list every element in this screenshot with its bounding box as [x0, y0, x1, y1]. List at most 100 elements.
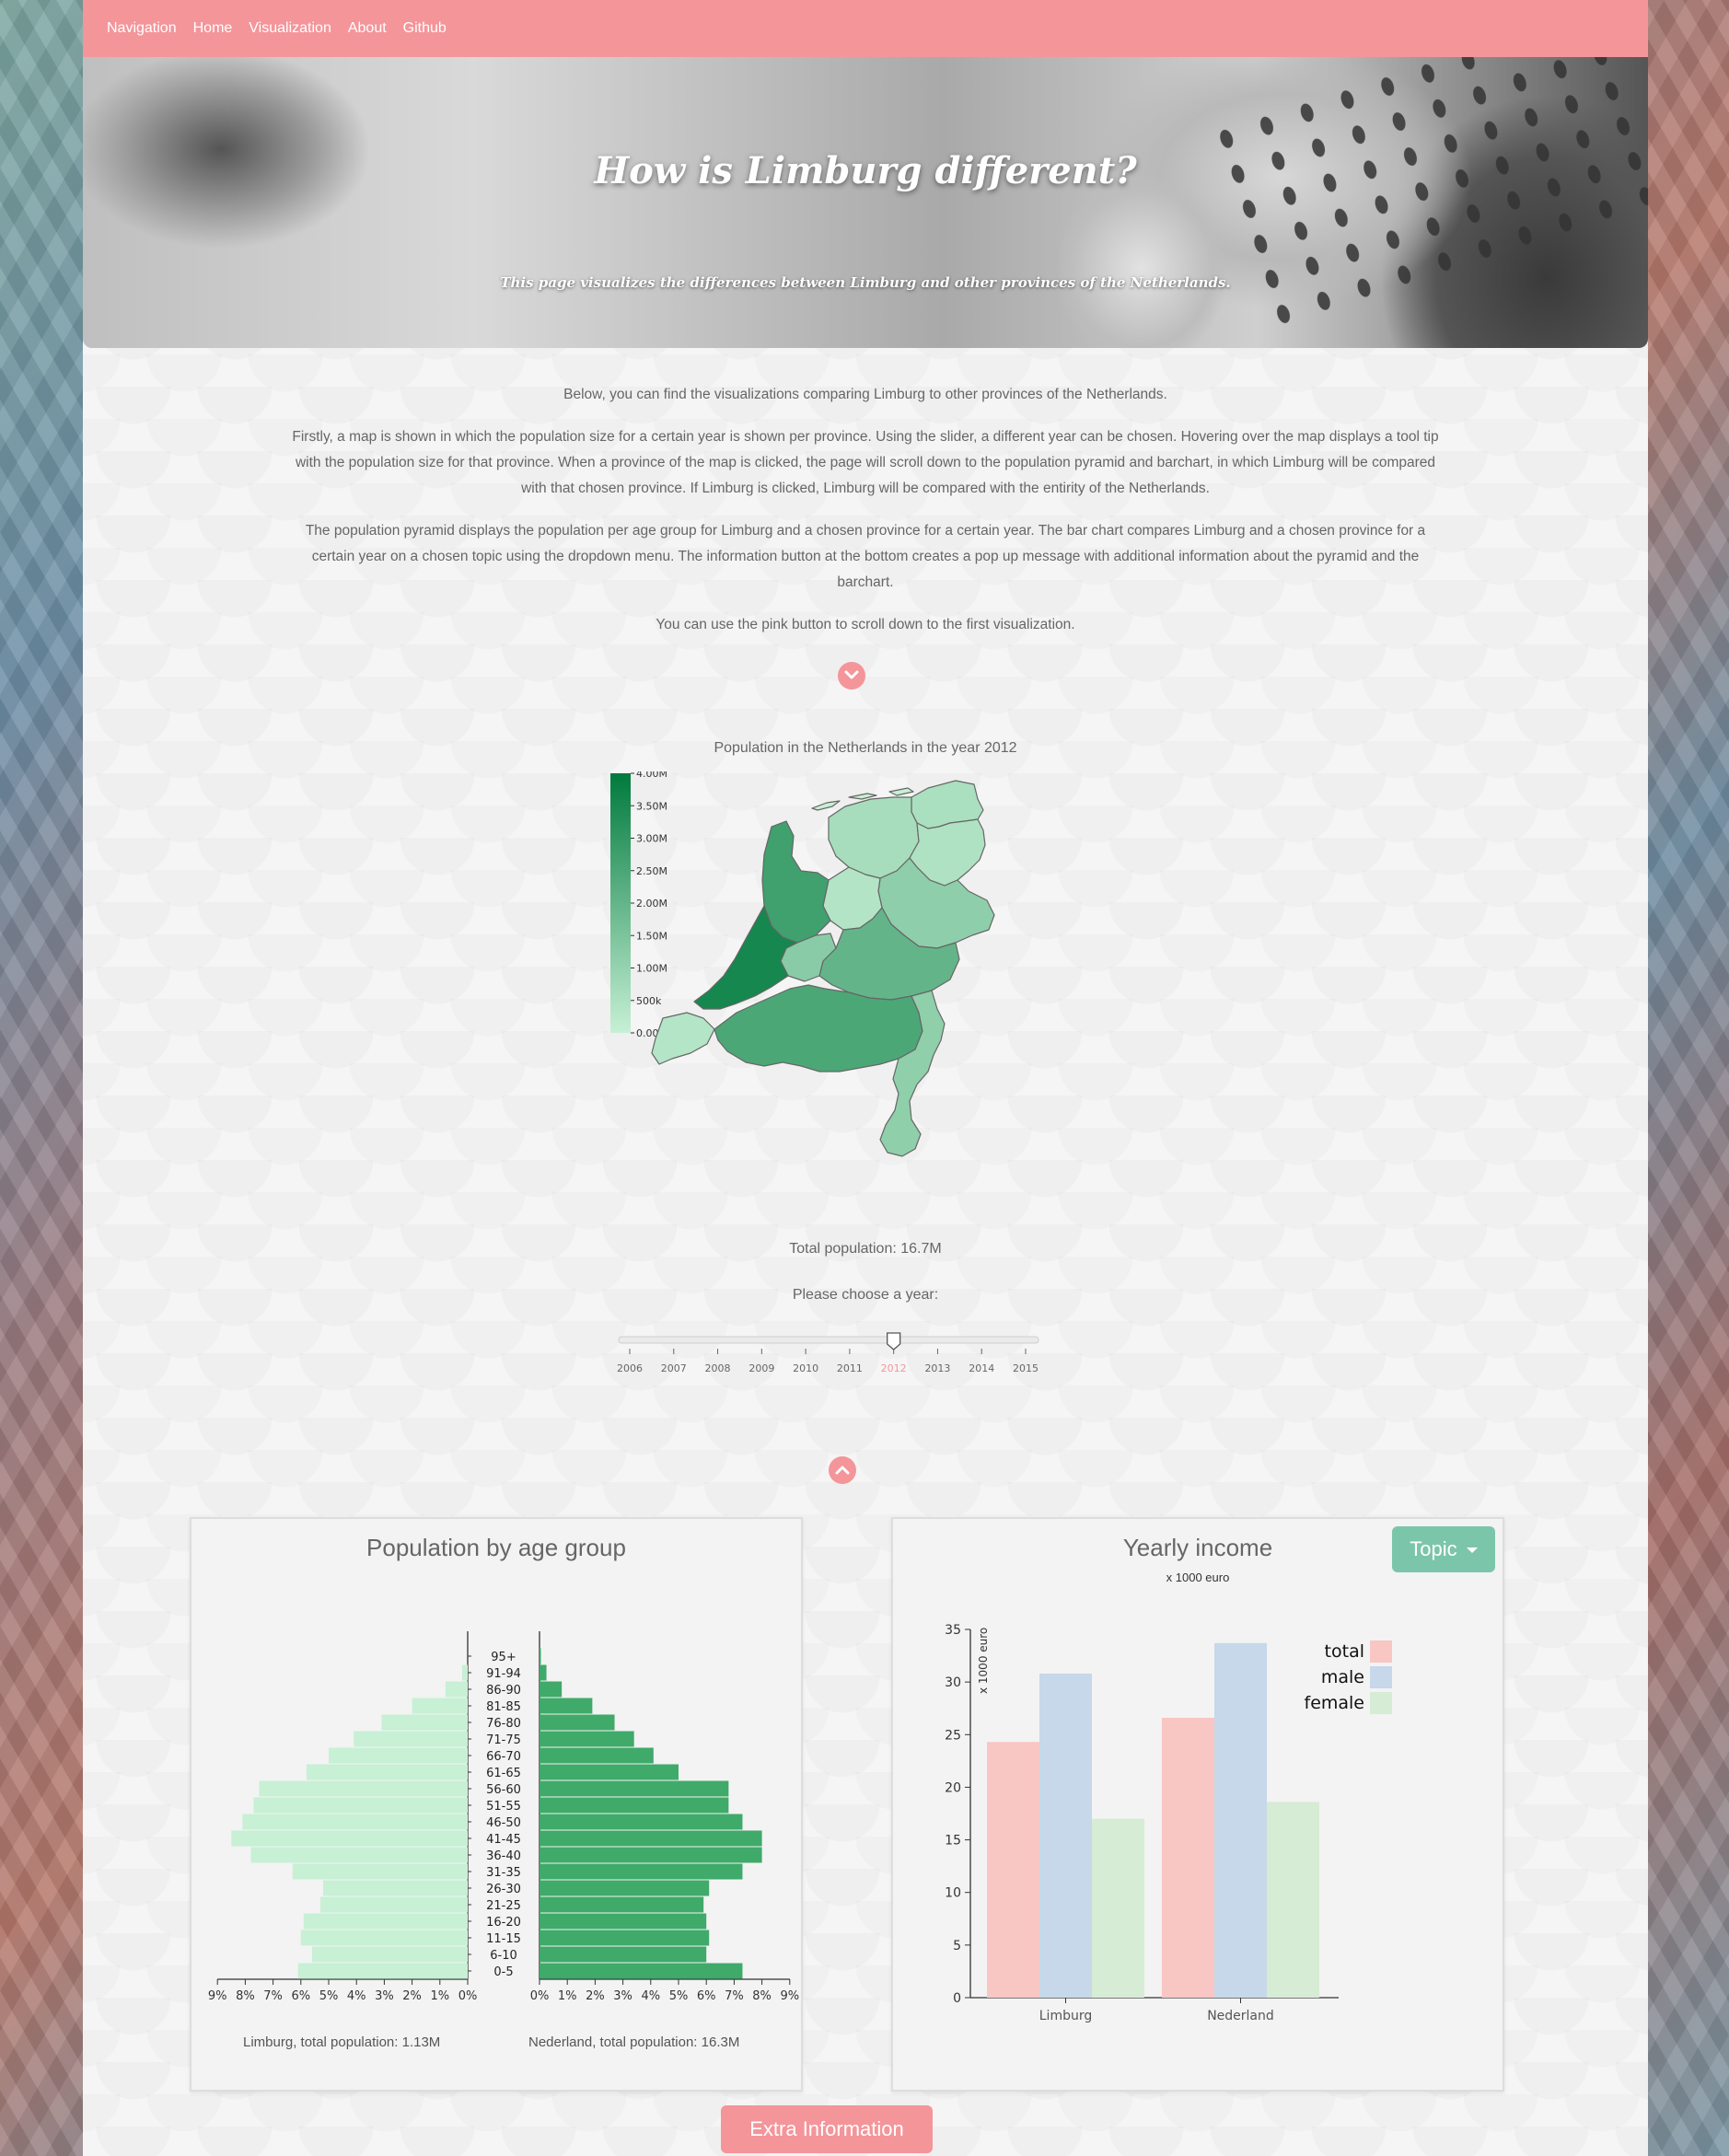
bar-y-tick: 0	[953, 1991, 961, 2006]
pyramid-bar-nederland	[540, 1780, 729, 1797]
legend-swatch-female	[1370, 1692, 1392, 1714]
pyramid-right-tick: 0%	[530, 1989, 550, 2003]
hero-banner: How is Limburg different? This page visu…	[83, 57, 1648, 348]
pyramid-bar-nederland	[540, 1681, 563, 1698]
pyramid-bar-limburg	[250, 1847, 468, 1863]
slider-year-label[interactable]: 2015	[1013, 1362, 1039, 1374]
slider-handle[interactable]	[887, 1332, 901, 1350]
population-pyramid-chart: 0-5 6-10 11-15 16-20 21-25 26-30 31-35 36-40 41-…	[208, 1631, 799, 2003]
bar-y-tick: 35	[945, 1623, 961, 1638]
nav-item-about[interactable]: About	[348, 20, 387, 37]
population-pyramid-panel: Population by age group 0-5 6-10 11-15 16-2…	[190, 1517, 803, 2092]
nav-item-navigation[interactable]: Navigation	[107, 20, 177, 37]
pyramid-bar-limburg	[412, 1698, 468, 1714]
bar-y-tick: 15	[945, 1834, 961, 1849]
pyramid-age-label: 51-55	[486, 1800, 521, 1814]
pyramid-right-tick: 5%	[669, 1989, 689, 2003]
pyramid-age-label: 66-70	[486, 1750, 521, 1764]
intro-text: Below, you can find the visualizations c…	[285, 382, 1445, 655]
slider-year-label[interactable]: 2007	[661, 1362, 687, 1374]
income-bar-male	[1214, 1642, 1267, 1998]
intro-paragraph-3: The population pyramid displays the popu…	[305, 523, 1426, 590]
pyramid-bar-nederland	[540, 1814, 743, 1830]
bar-y-tick: 10	[945, 1886, 961, 1901]
slider-year-label[interactable]: 2006	[617, 1362, 643, 1374]
scroll-down-button[interactable]	[838, 662, 865, 690]
slider-year-label[interactable]: 2014	[969, 1362, 994, 1374]
pyramid-right-tick: 8%	[752, 1989, 772, 2003]
pyramid-bar-nederland	[540, 1797, 729, 1814]
pyramid-left-tick: 5%	[319, 1989, 339, 2003]
bar-y-tick: 25	[945, 1728, 961, 1743]
income-bar-chart: 0 5 10 15 20 25 30 35 x 1000 euro Limburg Nederlan…	[945, 1623, 1392, 2023]
nav-item-visualization[interactable]: Visualization	[249, 20, 331, 37]
pyramid-bar-nederland	[540, 1930, 710, 1946]
pyramid-age-label: 95+	[491, 1651, 516, 1664]
pyramid-bar-limburg	[231, 1830, 469, 1847]
income-barchart-panel: Yearly income x 1000 euro Topic 0 5 10 15 20…	[891, 1517, 1504, 2092]
pyramid-bar-limburg	[322, 1880, 468, 1896]
pyramid-right-tick: 7%	[725, 1989, 744, 2003]
pyramid-right-tick: 9%	[780, 1989, 799, 2003]
pyramid-left-tick: 4%	[347, 1989, 366, 2003]
pyramid-right-caption: Nederland, total population: 16.3M	[528, 2034, 740, 2050]
bar-y-tick: 5	[953, 1939, 961, 1953]
pyramid-bar-nederland	[540, 1764, 679, 1780]
pyramid-bar-limburg	[242, 1814, 468, 1830]
slider-track[interactable]	[618, 1336, 1039, 1344]
slider-year-label[interactable]: 2013	[924, 1362, 950, 1374]
pyramid-right-tick: 1%	[558, 1989, 577, 2003]
year-slider[interactable]: 2006 2007 2008 2009 2010 2011 2012 2013 2014 2015	[598, 1326, 1142, 1377]
income-bar-male	[1039, 1674, 1092, 1998]
province-noord-holland[interactable]	[761, 820, 831, 944]
slider-year-label[interactable]: 2010	[793, 1362, 818, 1374]
pyramid-bar-limburg	[311, 1946, 468, 1963]
income-bar-total	[987, 1742, 1039, 1998]
pyramid-age-label: 71-75	[486, 1733, 521, 1747]
pyramid-age-label: 61-65	[486, 1767, 521, 1780]
pyramid-left-tick: 7%	[263, 1989, 283, 2003]
intro-paragraph-1: Below, you can find the visualizations c…	[563, 387, 1167, 402]
hero-title: How is Limburg different?	[594, 149, 1137, 192]
navbar: Navigation Home Visualization About Gith…	[83, 0, 1648, 57]
pyramid-age-label: 91-94	[486, 1667, 521, 1681]
slider-year-label[interactable]: 2011	[837, 1362, 863, 1374]
pyramid-age-label: 0-5	[493, 1965, 513, 1979]
map-title: Population in the Netherlands in the yea…	[714, 740, 1017, 756]
extra-information-button[interactable]: Extra Information	[721, 2105, 933, 2153]
pyramid-right-tick: 3%	[613, 1989, 632, 2003]
total-population-label: Total population: 16.7M	[789, 1241, 942, 1257]
pyramid-bar-limburg	[292, 1863, 468, 1880]
slider-year-label[interactable]: 2009	[748, 1362, 774, 1374]
pyramid-bar-nederland	[540, 1946, 707, 1963]
pyramid-bar-nederland	[540, 1830, 762, 1847]
pyramid-bar-limburg	[303, 1913, 468, 1930]
nav-item-home[interactable]: Home	[193, 20, 233, 37]
slider-year-label[interactable]: 2008	[705, 1362, 731, 1374]
pyramid-age-label: 31-35	[486, 1866, 521, 1880]
pyramid-age-label: 26-30	[486, 1883, 521, 1896]
scroll-up-button[interactable]	[829, 1456, 856, 1484]
pyramid-bar-nederland	[540, 1963, 743, 1979]
legend-label-female: female	[1305, 1693, 1365, 1713]
pyramid-age-label: 6-10	[490, 1949, 517, 1963]
pyramid-bar-nederland	[540, 1664, 547, 1681]
legend-swatch-total	[1370, 1640, 1392, 1663]
bar-y-tick: 30	[945, 1675, 961, 1690]
pyramid-left-tick: 0%	[458, 1989, 478, 2003]
pyramid-bar-nederland	[540, 1698, 593, 1714]
slider-year-label[interactable]: 2012	[881, 1362, 907, 1374]
pyramid-bar-nederland	[540, 1714, 615, 1731]
nav-item-github[interactable]: Github	[403, 20, 447, 37]
pyramid-bar-nederland	[540, 1648, 541, 1664]
pyramid-bar-nederland	[540, 1731, 634, 1747]
hero-background-pattern	[1201, 57, 1648, 339]
pyramid-bar-limburg	[259, 1780, 468, 1797]
province-zeeland[interactable]	[651, 1012, 715, 1065]
pyramid-bar-limburg	[445, 1681, 468, 1698]
pyramid-age-label: 36-40	[486, 1849, 521, 1863]
pyramid-bar-nederland	[540, 1896, 704, 1913]
pyramid-left-tick: 8%	[236, 1989, 255, 2003]
pyramid-bar-limburg	[297, 1963, 468, 1979]
pyramid-right-tick: 2%	[586, 1989, 605, 2003]
